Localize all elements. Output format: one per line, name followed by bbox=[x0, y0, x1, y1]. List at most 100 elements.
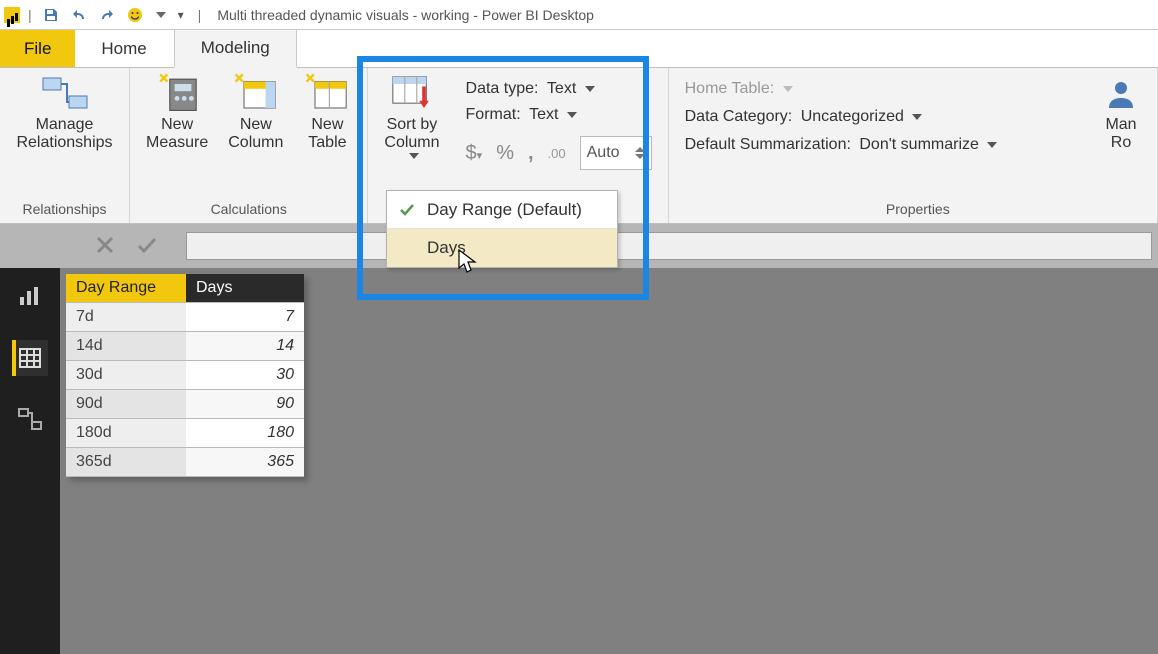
home-table-row[interactable]: Home Table: bbox=[685, 80, 998, 98]
sort-by-column-label: Sort by Column bbox=[384, 116, 439, 153]
group-calculations-label: Calculations bbox=[136, 199, 361, 223]
group-calculations: New Measure New Column New Table Calcula… bbox=[130, 68, 368, 223]
table-row[interactable]: 365d365 bbox=[66, 448, 304, 477]
tab-home[interactable]: Home bbox=[75, 30, 173, 67]
new-table-button[interactable]: New Table bbox=[293, 74, 361, 155]
cell-days: 90 bbox=[186, 390, 304, 419]
ribbon-tabs: File Home Modeling bbox=[0, 30, 1158, 68]
spinner-icon[interactable] bbox=[635, 147, 645, 159]
dropdown-item-label: Days bbox=[427, 238, 466, 258]
manage-relationships-label: Manage Relationships bbox=[16, 116, 112, 153]
data-category-row[interactable]: Data Category: Uncategorized bbox=[685, 108, 998, 126]
qat-separator3: | bbox=[198, 7, 202, 23]
person-icon bbox=[1097, 76, 1145, 112]
column-header-days[interactable]: Days bbox=[186, 274, 304, 303]
new-column-icon bbox=[232, 76, 280, 112]
table-row[interactable]: 14d14 bbox=[66, 332, 304, 361]
table-row[interactable]: 90d90 bbox=[66, 390, 304, 419]
data-type-value: Text bbox=[547, 80, 576, 97]
default-summarization-row[interactable]: Default Summarization: Don't summarize bbox=[685, 136, 998, 154]
new-measure-label: New Measure bbox=[146, 116, 208, 153]
data-canvas: Day Range Days 7d7 14d14 30d30 90d90 180… bbox=[60, 268, 1158, 654]
nav-data-icon[interactable] bbox=[12, 340, 48, 376]
decimal-icon[interactable]: .00 bbox=[548, 146, 566, 161]
dropdown-item-day-range[interactable]: Day Range (Default) bbox=[387, 191, 617, 229]
nav-report-icon[interactable] bbox=[12, 278, 48, 314]
nav-model-icon[interactable] bbox=[12, 402, 48, 438]
sort-by-column-button[interactable]: Sort by Column bbox=[374, 74, 449, 161]
sort-icon bbox=[388, 76, 436, 112]
titlebar: | ▾ | Multi threaded dynamic visuals - w… bbox=[0, 0, 1158, 30]
undo-icon[interactable] bbox=[68, 4, 90, 26]
format-value: Text bbox=[529, 106, 558, 123]
table-row[interactable]: 30d30 bbox=[66, 361, 304, 390]
smiley-icon[interactable] bbox=[124, 4, 146, 26]
cell-days: 180 bbox=[186, 419, 304, 448]
formula-cancel-icon[interactable] bbox=[94, 234, 116, 259]
format-caret-icon bbox=[567, 112, 577, 118]
home-table-label: Home Table: bbox=[685, 80, 775, 97]
auto-label: Auto bbox=[587, 144, 620, 162]
qat-separator2: ▾ bbox=[178, 8, 184, 22]
comma-icon[interactable]: , bbox=[528, 142, 534, 165]
new-column-button[interactable]: New Column bbox=[218, 74, 293, 155]
relationships-icon bbox=[41, 76, 89, 112]
qat-separator: | bbox=[28, 7, 32, 23]
decimal-places-input[interactable]: Auto bbox=[580, 136, 652, 170]
table-row[interactable]: 180d180 bbox=[66, 419, 304, 448]
new-measure-icon bbox=[153, 76, 201, 112]
cell-days: 30 bbox=[186, 361, 304, 390]
data-category-label: Data Category: bbox=[685, 108, 793, 125]
format-row[interactable]: Format: Text bbox=[466, 106, 652, 124]
main-area: Day Range Days 7d7 14d14 30d30 90d90 180… bbox=[0, 268, 1158, 654]
data-category-value: Uncategorized bbox=[801, 108, 904, 125]
sort-dropdown-caret-icon bbox=[409, 153, 419, 159]
new-measure-button[interactable]: New Measure bbox=[136, 74, 218, 155]
default-sum-value: Don't summarize bbox=[859, 136, 979, 153]
default-sum-label: Default Summarization: bbox=[685, 136, 851, 153]
check-icon bbox=[387, 201, 427, 219]
group-relationships-label: Relationships bbox=[6, 199, 123, 223]
dropdown-item-label: Day Range (Default) bbox=[427, 200, 582, 220]
formula-commit-icon[interactable] bbox=[136, 234, 158, 259]
cell-range: 90d bbox=[66, 390, 186, 419]
formula-input[interactable] bbox=[186, 232, 1152, 260]
cell-days: 14 bbox=[186, 332, 304, 361]
cell-range: 7d bbox=[66, 303, 186, 332]
currency-icon[interactable]: $▾ bbox=[466, 142, 483, 165]
qat-dropdown-icon[interactable] bbox=[156, 12, 166, 18]
data-table: Day Range Days 7d7 14d14 30d30 90d90 180… bbox=[66, 274, 304, 477]
default-sum-caret-icon bbox=[987, 142, 997, 148]
sort-by-column-dropdown: Day Range (Default) Days bbox=[386, 190, 618, 268]
data-type-caret-icon bbox=[585, 86, 595, 92]
group-properties: Home Table: Data Category: Uncategorized… bbox=[669, 68, 1158, 223]
cell-range: 14d bbox=[66, 332, 186, 361]
home-table-caret-icon bbox=[783, 86, 793, 92]
cell-days: 7 bbox=[186, 303, 304, 332]
manage-relationships-button[interactable]: Manage Relationships bbox=[6, 74, 122, 155]
data-type-row[interactable]: Data type: Text bbox=[466, 80, 652, 98]
cell-days: 365 bbox=[186, 448, 304, 477]
data-category-caret-icon bbox=[912, 114, 922, 120]
window-title: Multi threaded dynamic visuals - working… bbox=[217, 7, 594, 23]
table-row[interactable]: 7d7 bbox=[66, 303, 304, 332]
new-table-label: New Table bbox=[308, 116, 346, 153]
data-type-label: Data type: bbox=[466, 80, 539, 97]
new-column-label: New Column bbox=[228, 116, 283, 153]
column-header-day-range[interactable]: Day Range bbox=[66, 274, 186, 303]
cell-range: 180d bbox=[66, 419, 186, 448]
cell-range: 365d bbox=[66, 448, 186, 477]
group-properties-label: Properties bbox=[685, 199, 1151, 223]
save-icon[interactable] bbox=[40, 4, 62, 26]
tab-file[interactable]: File bbox=[0, 30, 75, 67]
tab-modeling[interactable]: Modeling bbox=[174, 30, 297, 68]
app-logo-icon bbox=[4, 7, 20, 23]
manage-roles-label: Man Ro bbox=[1105, 116, 1136, 153]
cell-range: 30d bbox=[66, 361, 186, 390]
redo-icon[interactable] bbox=[96, 4, 118, 26]
left-nav bbox=[0, 268, 60, 654]
percent-icon[interactable]: % bbox=[496, 142, 514, 165]
manage-roles-button[interactable]: Man Ro bbox=[1087, 74, 1155, 155]
group-relationships: Manage Relationships Relationships bbox=[0, 68, 130, 223]
dropdown-item-days[interactable]: Days bbox=[387, 229, 617, 267]
